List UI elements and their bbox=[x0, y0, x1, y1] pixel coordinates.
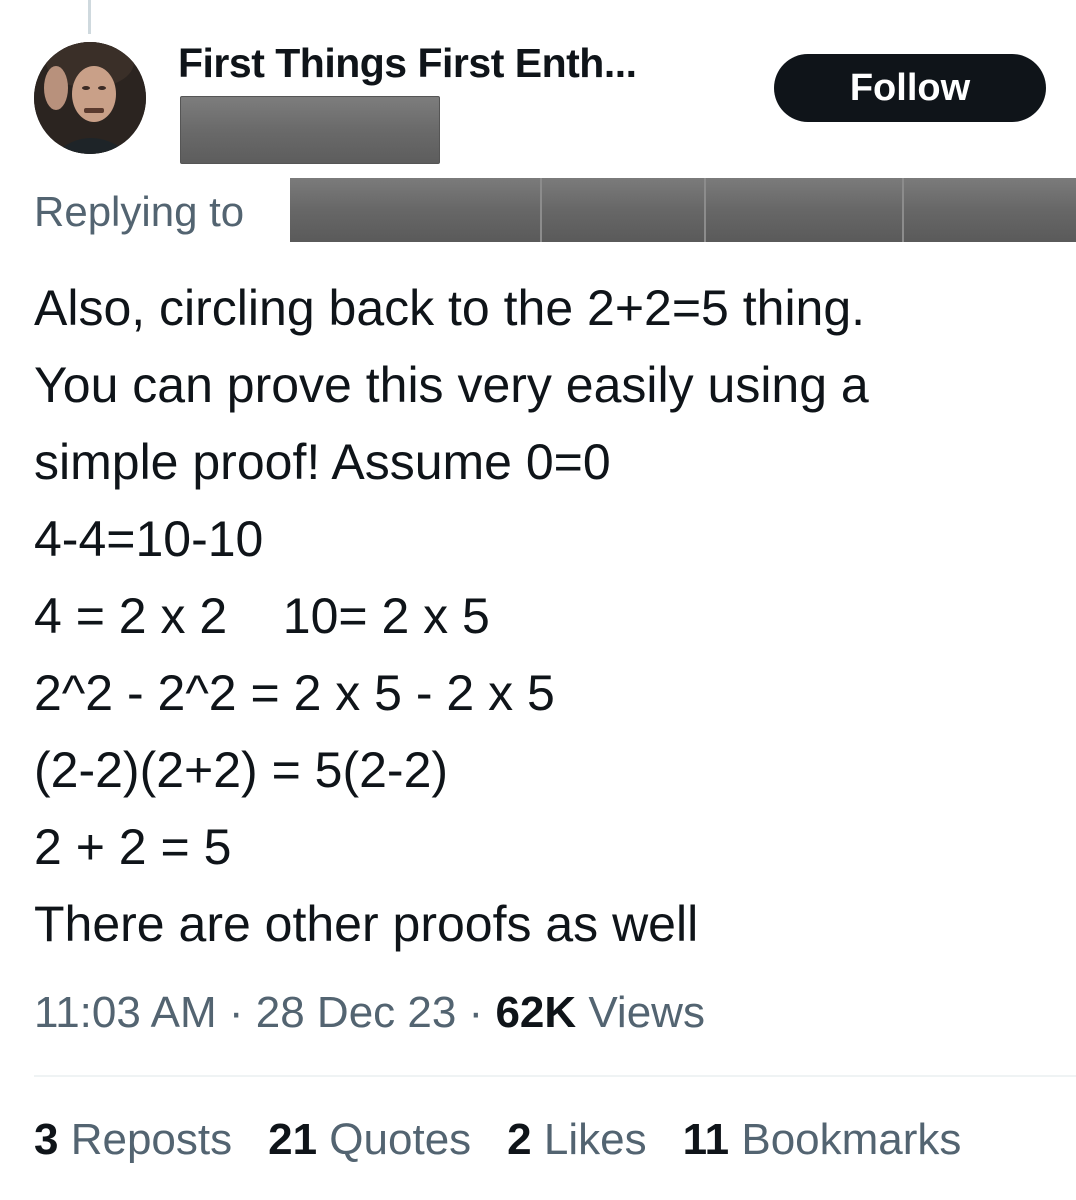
quotes-count: 21 bbox=[268, 1115, 318, 1164]
tweet-text-line: (2-2)(2+2) = 5(2-2) bbox=[34, 742, 449, 798]
replying-to-label: Replying to bbox=[34, 188, 245, 235]
quotes-stat[interactable]: 21 Quotes bbox=[268, 1115, 471, 1165]
likes-count: 2 bbox=[507, 1115, 532, 1164]
replying-to-handles-redacted bbox=[290, 178, 1076, 242]
divider bbox=[34, 1075, 1076, 1077]
tweet-time[interactable]: 11:03 AM bbox=[34, 988, 217, 1037]
tweet-text-line: 2^2 - 2^2 = 2 x 5 - 2 x 5 bbox=[34, 665, 555, 721]
tweet-metadata: 11:03 AM · 28 Dec 23 · 62K Views bbox=[34, 988, 705, 1038]
tweet-text-line: You can prove this very easily using a bbox=[34, 357, 869, 413]
tweet-text: Also, circling back to the 2+2=5 thing. … bbox=[34, 270, 1064, 963]
engagement-stats: 3 Reposts 21 Quotes 2 Likes 11 Bookmarks bbox=[34, 1115, 961, 1165]
author-handle-redacted bbox=[180, 96, 440, 164]
bookmarks-stat[interactable]: 11 Bookmarks bbox=[683, 1115, 962, 1165]
meta-separator: · bbox=[456, 988, 496, 1037]
views-count: 62K bbox=[495, 988, 577, 1037]
tweet-text-line: simple proof! Assume 0=0 bbox=[34, 434, 611, 490]
author-avatar[interactable] bbox=[34, 42, 146, 154]
tweet-text-line: There are other proofs as well bbox=[34, 896, 699, 952]
thread-connector-line bbox=[88, 0, 91, 34]
avatar-photo bbox=[34, 42, 146, 154]
reposts-label: Reposts bbox=[58, 1115, 233, 1164]
bookmarks-label: Bookmarks bbox=[729, 1115, 962, 1164]
likes-label: Likes bbox=[531, 1115, 647, 1164]
tweet-text-line: Also, circling back to the 2+2=5 thing. bbox=[34, 280, 866, 336]
reposts-stat[interactable]: 3 Reposts bbox=[34, 1115, 232, 1165]
bookmarks-count: 11 bbox=[682, 1115, 730, 1164]
likes-stat[interactable]: 2 Likes bbox=[507, 1115, 646, 1165]
tweet-date[interactable]: 28 Dec 23 bbox=[256, 988, 457, 1037]
tweet-text-line: 4-4=10-10 bbox=[34, 511, 264, 567]
author-display-name[interactable]: First Things First Enth... bbox=[178, 40, 637, 87]
views-label: Views bbox=[576, 988, 705, 1037]
reposts-count: 3 bbox=[34, 1115, 59, 1164]
tweet-text-line: 4 = 2 x 2 10= 2 x 5 bbox=[34, 588, 490, 644]
tweet-text-line: 2 + 2 = 5 bbox=[34, 819, 232, 875]
meta-separator: · bbox=[216, 988, 256, 1037]
quotes-label: Quotes bbox=[317, 1115, 472, 1164]
follow-button[interactable]: Follow bbox=[774, 54, 1046, 122]
